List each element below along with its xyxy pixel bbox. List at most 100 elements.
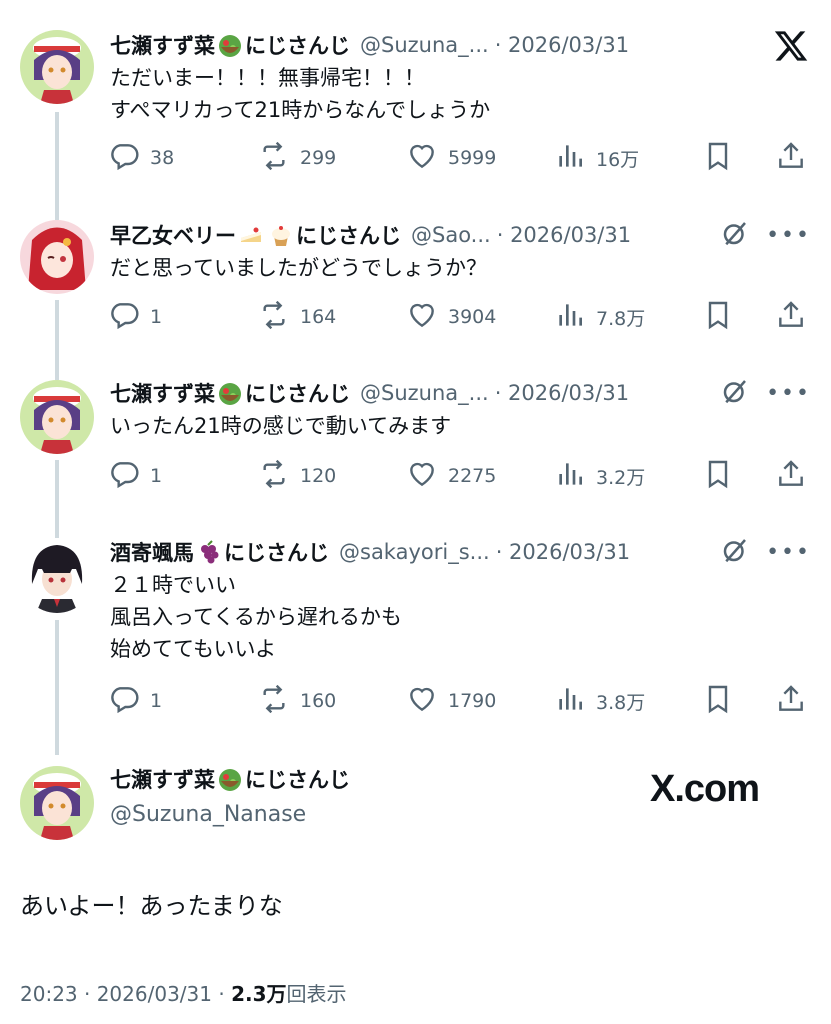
display-name[interactable]: 七瀬すず菜 xyxy=(110,764,215,794)
like-button[interactable]: 1790 xyxy=(406,683,496,719)
handle[interactable]: @Suzuna_... xyxy=(360,33,489,57)
reply-icon xyxy=(108,683,140,719)
avatar[interactable] xyxy=(20,220,94,294)
avatar[interactable] xyxy=(20,766,94,840)
grok-icon[interactable] xyxy=(720,218,750,252)
views-button[interactable]: 16万 xyxy=(554,140,639,176)
org-name: にじさんじ xyxy=(245,768,350,792)
views-count: 2.3万 xyxy=(231,982,287,1006)
tweet-date[interactable]: · 2026/03/31 xyxy=(495,33,629,57)
views-button[interactable]: 7.8万 xyxy=(554,299,645,335)
views-count: 3.8万 xyxy=(596,691,646,714)
more-icon[interactable]: ••• xyxy=(766,540,811,565)
more-icon[interactable]: ••• xyxy=(766,381,811,406)
reply-icon xyxy=(108,299,140,335)
org-name: にじさんじ xyxy=(224,541,329,565)
handle[interactable]: @Sao... xyxy=(411,223,491,247)
reply-button[interactable]: 1 xyxy=(108,683,162,719)
retweet-count: 160 xyxy=(300,690,337,712)
views-button[interactable]: 3.2万 xyxy=(554,458,645,494)
retweet-count: 164 xyxy=(300,306,337,328)
bookmark-button[interactable] xyxy=(702,683,734,719)
like-count: 3904 xyxy=(448,306,497,328)
views-label: 回表示 xyxy=(286,982,347,1006)
handle[interactable]: @sakayori_s... xyxy=(339,540,490,564)
like-button[interactable]: 3904 xyxy=(406,299,496,335)
views-count: 7.8万 xyxy=(596,307,646,330)
more-icon[interactable]: ••• xyxy=(766,223,811,248)
bookmark-icon xyxy=(702,683,734,719)
x-com-brand: X.com xyxy=(650,768,760,810)
share-button[interactable] xyxy=(775,683,807,719)
share-button[interactable] xyxy=(775,140,807,176)
reply-icon xyxy=(108,458,140,494)
bookmark-button[interactable] xyxy=(702,140,734,176)
tweet-date[interactable]: · 2026/03/31 xyxy=(497,223,631,247)
retweet-button[interactable]: 160 xyxy=(258,683,336,719)
retweet-button[interactable]: 299 xyxy=(258,140,336,176)
avatar[interactable] xyxy=(20,539,94,613)
timestamp[interactable]: 20:23 · 2026/03/31 · xyxy=(20,982,231,1006)
retweet-icon xyxy=(258,458,290,494)
grok-icon[interactable] xyxy=(720,376,750,410)
handle[interactable]: @Suzuna_Nanase xyxy=(110,802,306,827)
action-bar: 1 164 3904 7.8万 xyxy=(108,299,808,335)
grapes-emoji-icon xyxy=(196,539,222,565)
reply-count: 1 xyxy=(150,690,163,712)
bookmark-icon xyxy=(702,458,734,494)
tweet-date[interactable]: · 2026/03/31 xyxy=(496,540,630,564)
org-name: にじさんじ xyxy=(245,382,350,406)
like-count: 5999 xyxy=(448,147,497,169)
salad-emoji-icon xyxy=(217,32,243,58)
reply-button[interactable]: 1 xyxy=(108,299,162,335)
like-button[interactable]: 5999 xyxy=(406,140,496,176)
tweet-text: ただいまー！！！無事帰宅！！！ すぺマリカって21時からなんでしょうか xyxy=(110,66,491,122)
tweet[interactable]: 七瀬すず菜 にじさんじ @Suzuna_... · 2026/03/31 •••… xyxy=(0,376,831,516)
action-bar: 1 160 1790 3.8万 xyxy=(108,683,808,719)
tweet-header: 早乙女ベリー にじさんじ @Sao... · 2026/03/31 ••• xyxy=(110,218,811,252)
org-name: にじさんじ xyxy=(296,224,401,248)
views-count: 3.2万 xyxy=(596,466,646,489)
share-button[interactable] xyxy=(775,299,807,335)
like-icon xyxy=(406,299,438,335)
salad-emoji-icon xyxy=(217,380,243,406)
like-button[interactable]: 2275 xyxy=(406,458,496,494)
tweet-meta: 20:23 · 2026/03/31 · 2.3万回表示 xyxy=(20,978,347,1007)
salad-emoji-icon xyxy=(217,766,243,792)
cake-emoji-icon xyxy=(238,222,264,248)
reply-button[interactable]: 1 xyxy=(108,458,162,494)
share-icon xyxy=(775,299,807,335)
tweet-date[interactable]: · 2026/03/31 xyxy=(495,381,629,405)
tweet-text: あいよー！あったまりな xyxy=(20,892,283,920)
display-name[interactable]: 七瀬すず菜 xyxy=(110,30,215,60)
bookmark-button[interactable] xyxy=(702,458,734,494)
tweet[interactable]: 早乙女ベリー にじさんじ @Sao... · 2026/03/31 ••• だと… xyxy=(0,218,831,358)
tweet[interactable]: 七瀬すず菜 にじさんじ @Suzuna_... · 2026/03/31 ただい… xyxy=(0,28,831,188)
like-count: 2275 xyxy=(448,465,497,487)
retweet-button[interactable]: 120 xyxy=(258,458,336,494)
share-icon xyxy=(775,683,807,719)
views-button[interactable]: 3.8万 xyxy=(554,683,645,719)
retweet-count: 120 xyxy=(300,465,337,487)
tweet-text: ２１時でいい 風呂入ってくるから遅れるかも 始めててもいいよ xyxy=(110,573,402,661)
tweet[interactable]: 酒寄颯馬 にじさんじ @sakayori_s... · 2026/03/31 •… xyxy=(0,535,831,735)
share-button[interactable] xyxy=(775,458,807,494)
bookmark-icon xyxy=(702,299,734,335)
like-icon xyxy=(406,140,438,176)
display-name[interactable]: 酒寄颯馬 xyxy=(110,537,194,567)
display-name[interactable]: 早乙女ベリー xyxy=(110,220,236,250)
retweet-button[interactable]: 164 xyxy=(258,299,336,335)
bookmark-button[interactable] xyxy=(702,299,734,335)
reply-count: 1 xyxy=(150,465,163,487)
display-name[interactable]: 七瀬すず菜 xyxy=(110,378,215,408)
main-tweet: 七瀬すず菜 にじさんじ @Suzuna_Nanase X.com あいよー！あっ… xyxy=(0,762,831,1024)
cupcake-emoji-icon xyxy=(268,222,294,248)
tweet-text: だと思っていましたがどうでしょうか？ xyxy=(110,256,487,280)
reply-count: 1 xyxy=(150,306,163,328)
handle[interactable]: @Suzuna_... xyxy=(360,381,489,405)
avatar[interactable] xyxy=(20,380,94,454)
grok-icon[interactable] xyxy=(720,535,750,569)
avatar[interactable] xyxy=(20,30,94,104)
tweet-header: 七瀬すず菜 にじさんじ @Suzuna_... · 2026/03/31 ••• xyxy=(110,376,811,410)
reply-button[interactable]: 38 xyxy=(108,140,174,176)
